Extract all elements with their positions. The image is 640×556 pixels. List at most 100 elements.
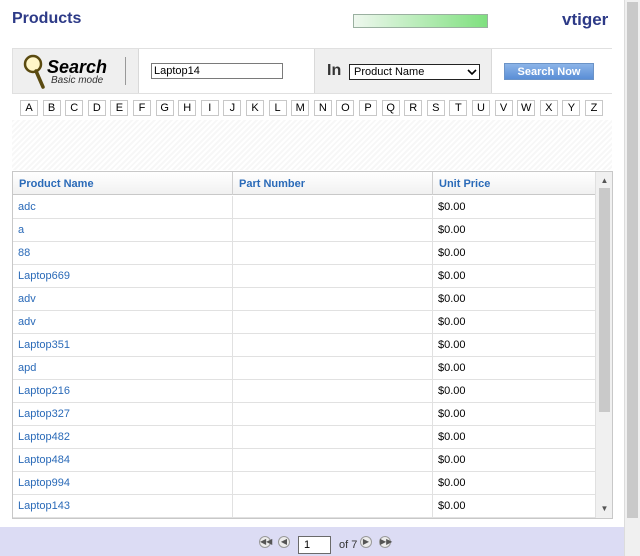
pagination-bar: ◀◀ ◀ of 7 ▶ ▶▶: [0, 527, 624, 556]
alphabet-letter-k[interactable]: K: [246, 100, 264, 116]
alphabet-letter-w[interactable]: W: [517, 100, 536, 116]
alphabet-letter-c[interactable]: C: [65, 100, 84, 116]
alphabet-letter-f[interactable]: F: [133, 100, 151, 116]
alphabet-letter-t[interactable]: T: [449, 100, 468, 116]
window-scrollbar-thumb[interactable]: [627, 2, 638, 518]
divider: [125, 57, 126, 85]
alphabet-letter-q[interactable]: Q: [381, 100, 400, 116]
alphabet-letter-a[interactable]: A: [20, 100, 38, 116]
search-now-button[interactable]: Search Now: [504, 63, 594, 80]
table-row[interactable]: Laptop351 $0.00: [13, 334, 595, 357]
product-name-link[interactable]: Laptop482: [13, 426, 233, 449]
table-row[interactable]: apd $0.00: [13, 357, 595, 380]
page-number-input[interactable]: [298, 536, 331, 554]
scrollbar-thumb[interactable]: [599, 188, 610, 412]
table-row[interactable]: adc $0.00: [13, 196, 595, 219]
window-scrollbar[interactable]: [624, 0, 640, 556]
unit-price-cell: $0.00: [438, 454, 466, 466]
brand-logo: vtiger: [562, 10, 609, 29]
alphabet-letter-z[interactable]: Z: [585, 100, 603, 116]
table-row[interactable]: Laptop143 $0.00: [13, 495, 595, 518]
page-title: Products: [12, 10, 82, 27]
alphabet-letter-j[interactable]: J: [223, 100, 242, 116]
product-name-link[interactable]: adc: [13, 196, 233, 219]
product-name-link[interactable]: adv: [13, 311, 233, 334]
column-header-part-number[interactable]: Part Number: [233, 172, 433, 195]
products-popup: Products vtiger Search Basic mode In Pro…: [0, 0, 624, 556]
previous-page-icon[interactable]: ◀: [278, 536, 290, 548]
search-field-select[interactable]: Product Name: [349, 64, 480, 80]
search-input[interactable]: [151, 63, 283, 79]
alphabet-letter-h[interactable]: H: [178, 100, 197, 116]
alphabet-letter-x[interactable]: X: [539, 100, 558, 116]
table-row[interactable]: 88 $0.00: [13, 242, 595, 265]
part-number-cell: [233, 357, 433, 380]
next-page-icon[interactable]: ▶: [360, 536, 372, 548]
part-number-cell: [233, 242, 433, 265]
part-number-cell: [233, 495, 433, 518]
alphabet-letter-u[interactable]: U: [472, 100, 490, 116]
alphabet-letter-o[interactable]: O: [336, 100, 355, 116]
product-name-link[interactable]: Laptop216: [13, 380, 233, 403]
part-number-cell: [233, 403, 433, 426]
alphabet-letter-e[interactable]: E: [110, 100, 129, 116]
scroll-down-icon[interactable]: ▼: [596, 502, 612, 516]
product-name-link[interactable]: a: [13, 219, 233, 242]
chevron-down-icon: [467, 69, 477, 76]
product-name-link[interactable]: Laptop327: [13, 403, 233, 426]
scroll-up-icon[interactable]: ▲: [596, 174, 612, 188]
unit-price-cell: $0.00: [438, 385, 466, 397]
alphabet-letter-l[interactable]: L: [268, 100, 287, 116]
table-row[interactable]: Laptop216 $0.00: [13, 380, 595, 403]
last-page-icon[interactable]: ▶▶: [379, 536, 392, 548]
alphabet-letter-g[interactable]: G: [155, 100, 174, 116]
table-row[interactable]: Laptop484 $0.00: [13, 449, 595, 472]
alphabet-letter-s[interactable]: S: [426, 100, 445, 116]
in-label: In: [327, 62, 342, 79]
product-name-link[interactable]: 88: [13, 242, 233, 265]
magnifier-icon: [23, 54, 45, 89]
product-name-link[interactable]: adv: [13, 288, 233, 311]
product-name-link[interactable]: Laptop143: [13, 495, 233, 518]
first-page-icon[interactable]: ◀◀: [259, 536, 272, 548]
alphabet-letter-i[interactable]: I: [200, 100, 219, 116]
part-number-cell: [233, 426, 433, 449]
header: Products vtiger: [0, 0, 624, 42]
alphabet-letter-b[interactable]: B: [42, 100, 61, 116]
unit-price-cell: $0.00: [438, 293, 466, 305]
product-name-link[interactable]: apd: [13, 357, 233, 380]
alphabet-letter-p[interactable]: P: [359, 100, 377, 116]
unit-price-cell: $0.00: [438, 247, 466, 259]
column-header-unit-price[interactable]: Unit Price: [433, 172, 595, 195]
unit-price-cell: $0.00: [438, 477, 466, 489]
part-number-cell: [233, 380, 433, 403]
product-name-link[interactable]: Laptop994: [13, 472, 233, 495]
table-row[interactable]: adv $0.00: [13, 288, 595, 311]
alphabet-letter-y[interactable]: Y: [562, 100, 581, 116]
unit-price-cell: $0.00: [438, 408, 466, 420]
table-scrollbar[interactable]: ▲ ▼: [595, 172, 612, 518]
product-name-link[interactable]: Laptop669: [13, 265, 233, 288]
table-row[interactable]: adv $0.00: [13, 311, 595, 334]
search-logo: Search Basic mode: [23, 53, 133, 89]
table-row[interactable]: Laptop669 $0.00: [13, 265, 595, 288]
alphabet-letter-r[interactable]: R: [404, 100, 423, 116]
table-row[interactable]: Laptop327 $0.00: [13, 403, 595, 426]
table-row[interactable]: Laptop994 $0.00: [13, 472, 595, 495]
alphabet-letter-v[interactable]: V: [494, 100, 513, 116]
product-name-link[interactable]: Laptop484: [13, 449, 233, 472]
table-row[interactable]: Laptop482 $0.00: [13, 426, 595, 449]
column-header-product-name[interactable]: Product Name: [13, 172, 233, 195]
unit-price-cell: $0.00: [438, 339, 466, 351]
alphabet-letter-n[interactable]: N: [313, 100, 332, 116]
product-name-link[interactable]: Laptop351: [13, 334, 233, 357]
search-input-cell: [138, 49, 315, 93]
alphabet-letter-m[interactable]: M: [291, 100, 310, 116]
unit-price-cell: $0.00: [438, 201, 466, 213]
part-number-cell: [233, 311, 433, 334]
page-count-label: of 7: [339, 539, 358, 551]
table-row[interactable]: a $0.00: [13, 219, 595, 242]
part-number-cell: [233, 449, 433, 472]
alphabet-letter-d[interactable]: D: [87, 100, 106, 116]
unit-price-cell: $0.00: [438, 270, 466, 282]
